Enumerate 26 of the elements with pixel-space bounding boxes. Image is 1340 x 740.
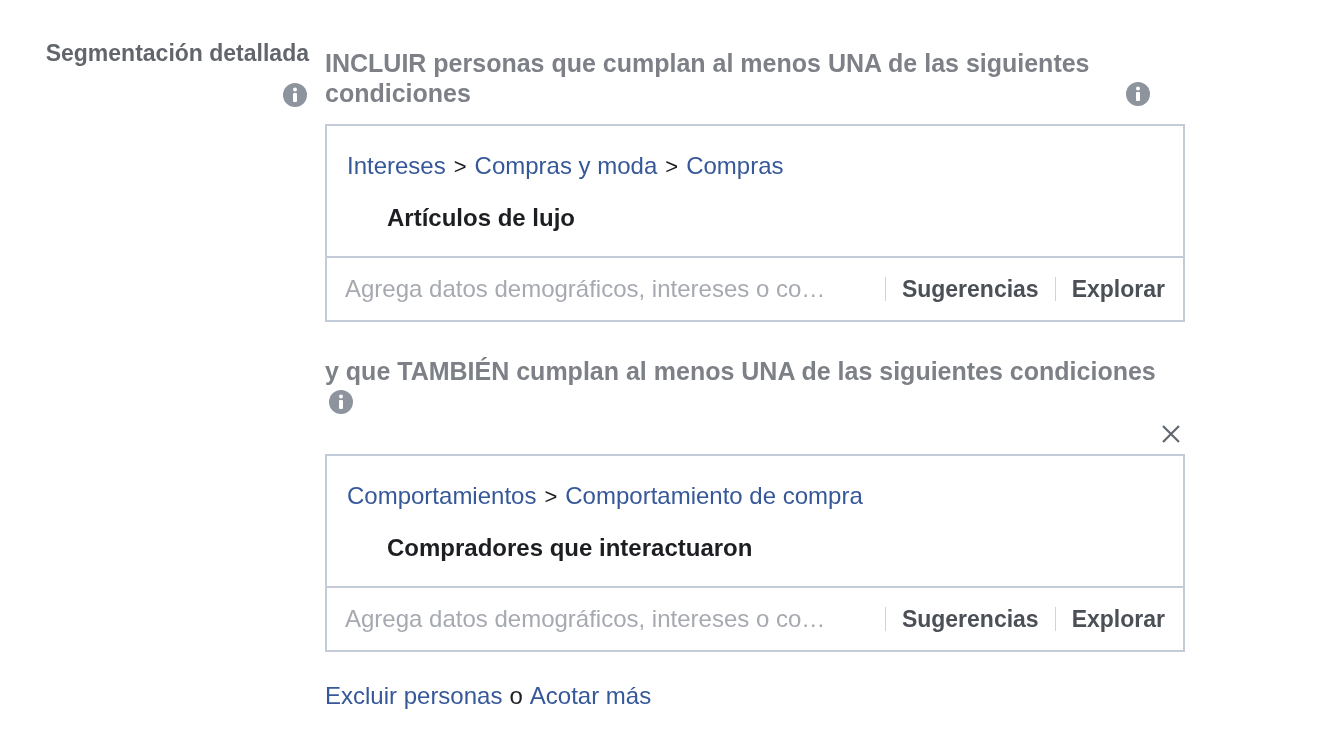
selected-item: Compradores que interactuaron bbox=[387, 534, 754, 562]
toolbar-button[interactable]: Sugerencias bbox=[901, 275, 1039, 303]
selected-item: Artículos de lujo bbox=[387, 204, 576, 232]
condition-heading: y que TAMBIÉN cumplan al menos UNA de las siguientes condiciones bbox=[325, 356, 1156, 386]
footer-link[interactable]: Acotar más bbox=[529, 682, 652, 710]
breadcrumb-link[interactable]: Compras y moda bbox=[474, 152, 658, 180]
footer-link[interactable]: Excluir personas bbox=[325, 682, 503, 710]
breadcrumb-separator: > bbox=[544, 484, 558, 510]
breadcrumb-link[interactable]: Comportamiento de compra bbox=[565, 482, 863, 510]
condition-heading: INCLUIR personas que cumplan al menos UNA de las siguientes condiciones bbox=[325, 48, 1091, 108]
close-icon[interactable] bbox=[1161, 424, 1181, 444]
breadcrumb-link[interactable]: Comportamientos bbox=[347, 482, 537, 510]
toolbar-button[interactable]: Sugerencias bbox=[901, 605, 1039, 633]
breadcrumb-link[interactable]: Compras bbox=[686, 152, 784, 180]
info-icon[interactable] bbox=[329, 390, 353, 414]
breadcrumb-link[interactable]: Intereses bbox=[347, 152, 446, 180]
section-label: Segmentación detallada bbox=[45, 40, 309, 67]
breadcrumb-separator: > bbox=[453, 154, 467, 180]
toolbar-button[interactable]: Explorar bbox=[1071, 275, 1165, 303]
info-icon[interactable] bbox=[1125, 82, 1150, 106]
conjunction-text: o bbox=[509, 682, 523, 710]
search-field[interactable]: Agrega datos demográficos, intereses o co… bbox=[343, 604, 869, 634]
info-icon[interactable] bbox=[283, 83, 307, 107]
breadcrumb-separator: > bbox=[665, 154, 679, 180]
toolbar-button[interactable]: Explorar bbox=[1071, 605, 1165, 633]
search-field[interactable]: Agrega datos demográficos, intereses o co… bbox=[343, 274, 869, 304]
